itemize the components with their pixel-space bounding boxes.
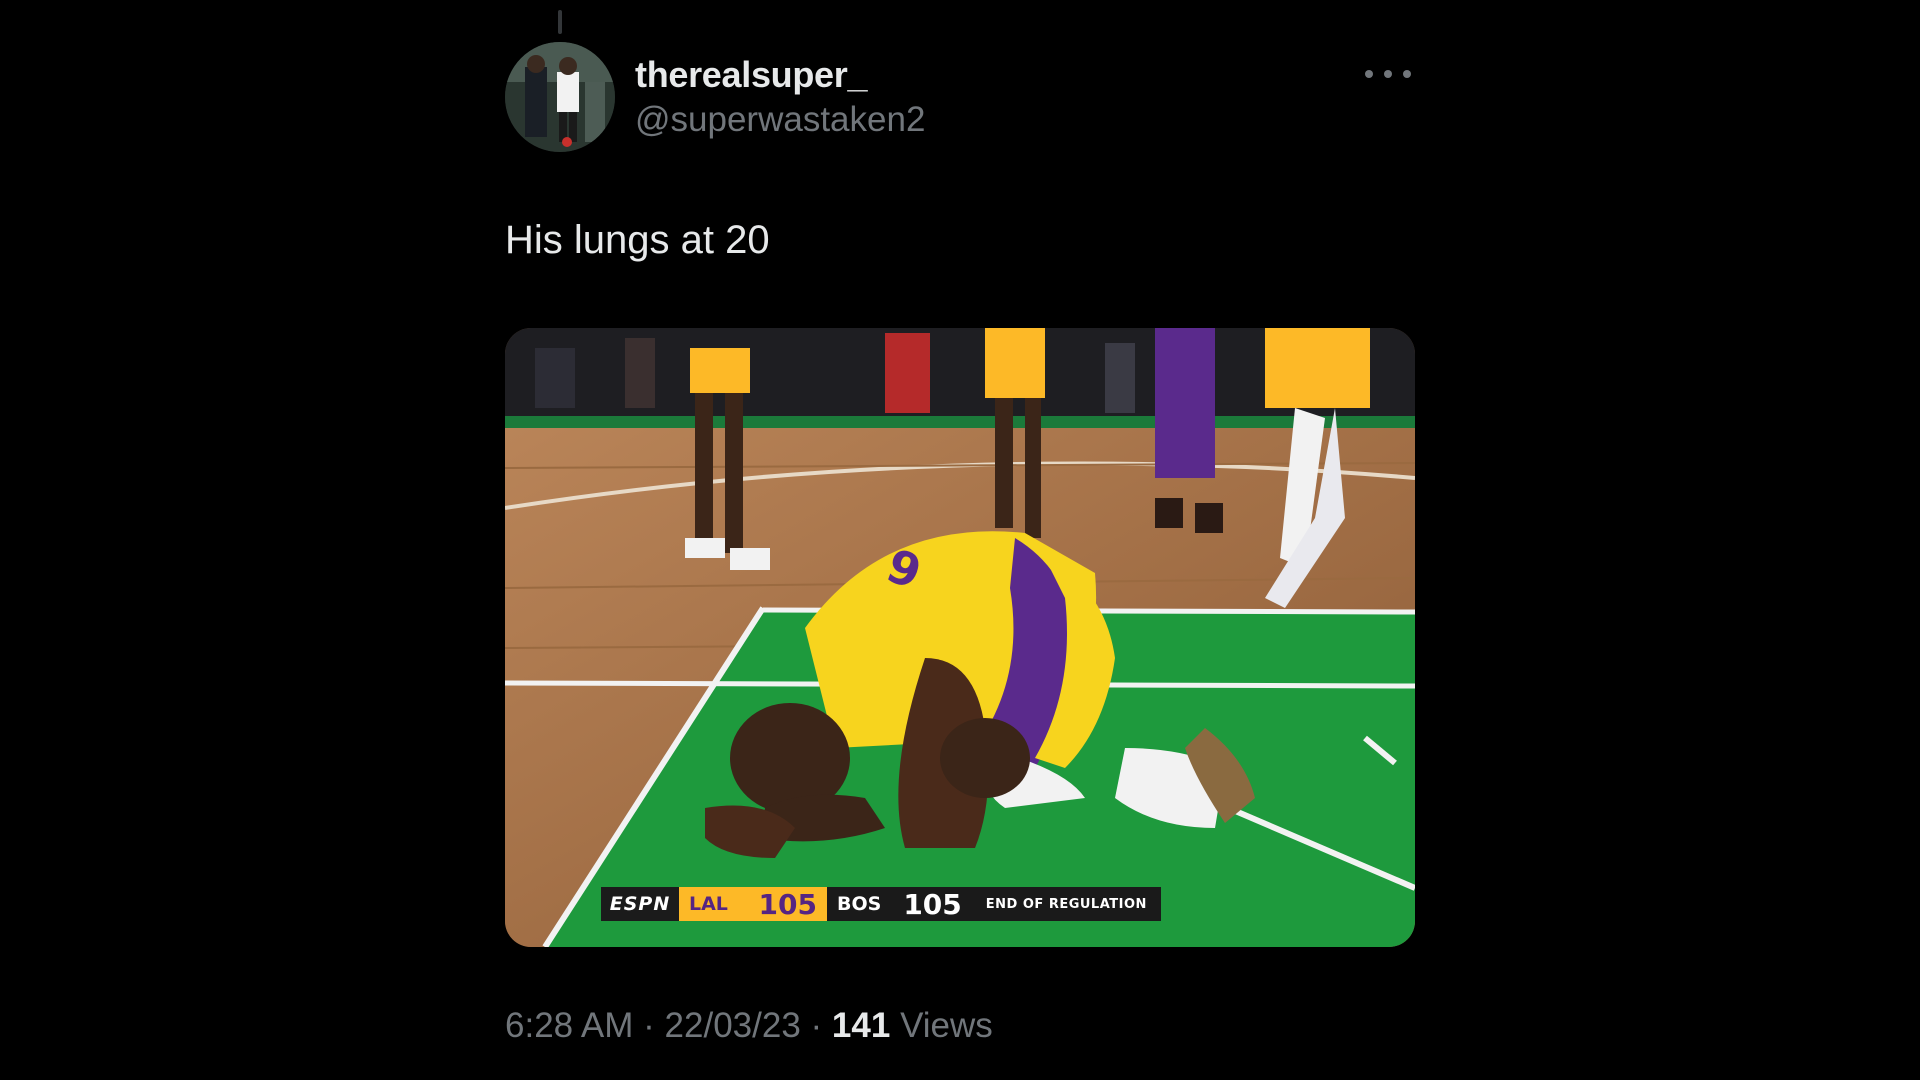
- separator: ·: [810, 1006, 823, 1045]
- dot: [1365, 70, 1373, 78]
- handle[interactable]: @superwastaken2: [635, 100, 925, 140]
- away-team-panel: BOS 105: [827, 887, 972, 921]
- avatar[interactable]: [505, 42, 615, 152]
- dot: [1384, 70, 1392, 78]
- tweet-time[interactable]: 6:28 AM: [505, 1006, 633, 1045]
- tweet-meta: 6:28 AM · 22/03/23 · 141 Views: [505, 1006, 993, 1046]
- home-team: LAL: [689, 893, 728, 915]
- network-logo: ESPN: [601, 887, 679, 921]
- home-team-panel: LAL 105: [679, 887, 827, 921]
- views-label: Views: [900, 1006, 993, 1045]
- tweet-media[interactable]: 6 ESPN LAL 105 BOS 105 END OF REGULATION: [505, 328, 1415, 947]
- views-count[interactable]: 141: [832, 1006, 890, 1045]
- home-score: 105: [758, 887, 817, 921]
- tweet: therealsuper_ @superwastaken2 His lungs …: [505, 0, 1415, 1080]
- away-team: BOS: [837, 893, 882, 915]
- scorebug: ESPN LAL 105 BOS 105 END OF REGULATION: [601, 887, 1161, 921]
- separator: ·: [643, 1006, 655, 1045]
- tweet-date[interactable]: 22/03/23: [665, 1006, 801, 1045]
- away-score: 105: [903, 887, 962, 921]
- tweet-text: His lungs at 20: [505, 218, 770, 262]
- thread-line: [558, 10, 562, 34]
- dot: [1403, 70, 1411, 78]
- game-status: END OF REGULATION: [971, 887, 1161, 921]
- display-name[interactable]: therealsuper_: [635, 54, 868, 96]
- more-horizontal-icon[interactable]: [1365, 62, 1411, 86]
- media-image: 6: [505, 328, 1415, 947]
